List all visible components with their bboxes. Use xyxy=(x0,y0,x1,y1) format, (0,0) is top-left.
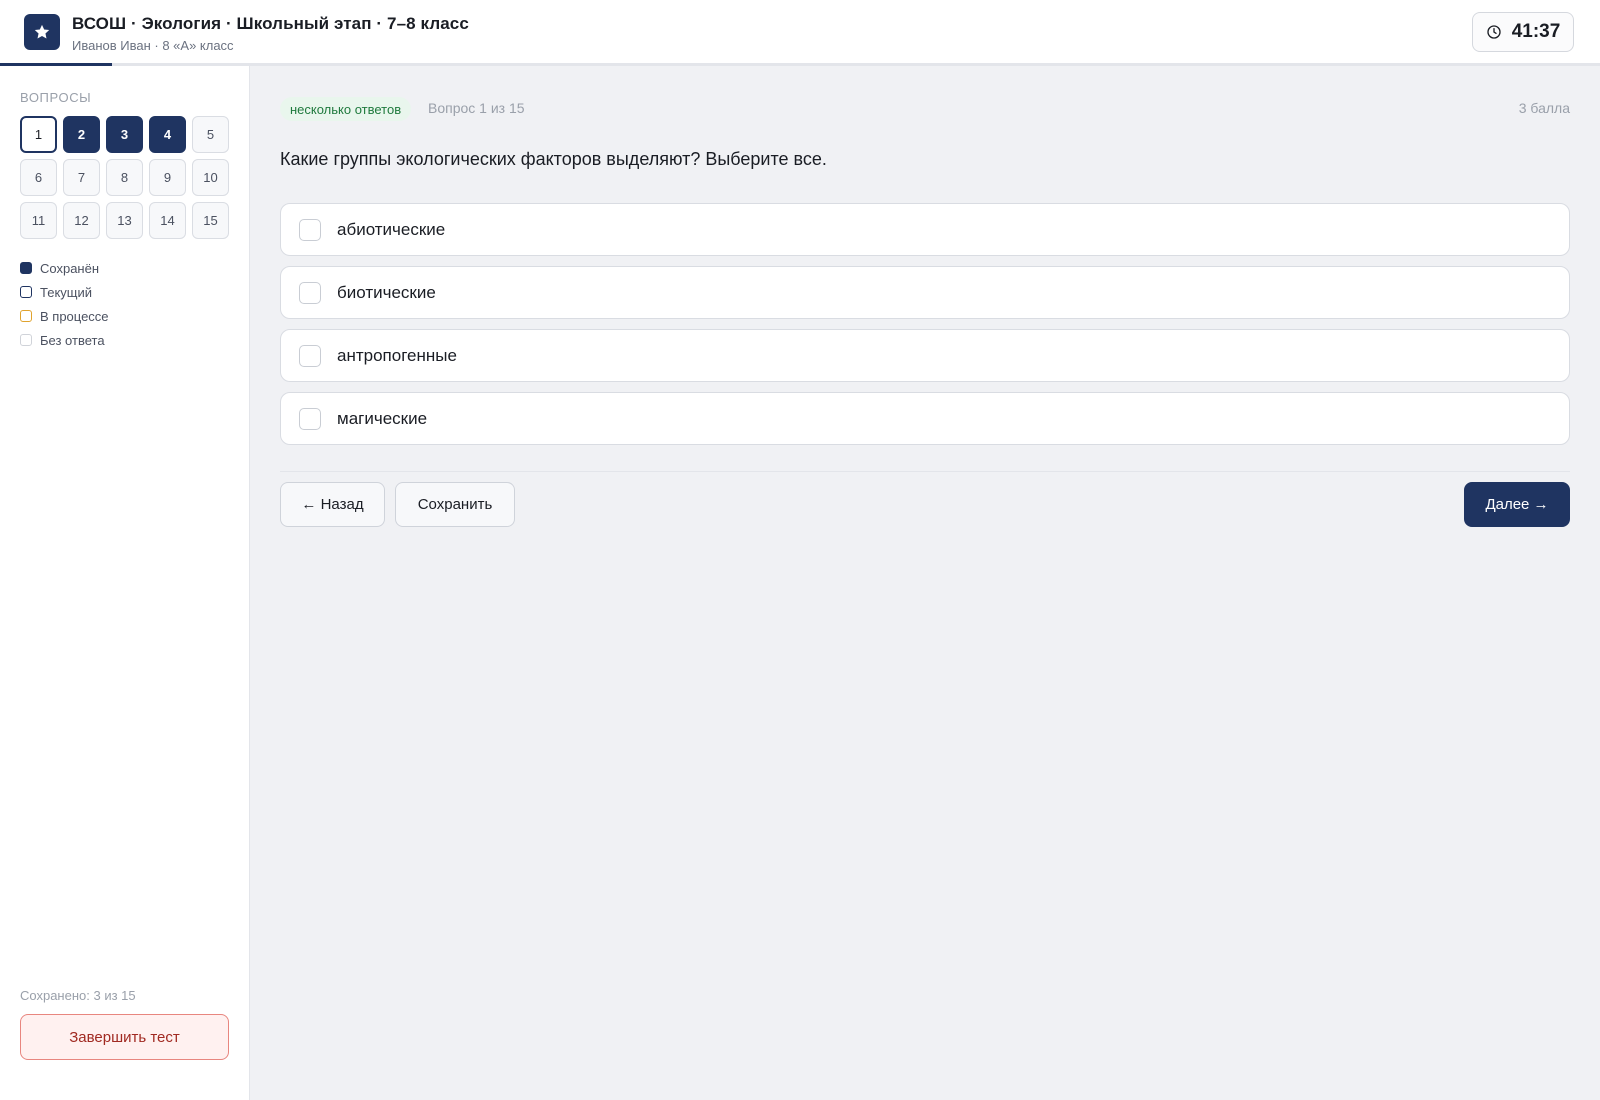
question-number: Вопрос 1 из 15 xyxy=(428,100,525,116)
question-button-12[interactable]: 12 xyxy=(63,202,100,239)
question-type-badge: несколько ответов xyxy=(280,97,412,121)
answer-checkbox[interactable] xyxy=(299,218,321,241)
answer-option[interactable]: биотические xyxy=(280,266,1570,319)
question-button-6[interactable]: 6 xyxy=(20,159,57,196)
legend-item-empty: Без ответа xyxy=(20,328,109,352)
saved-count: Сохранено: 3 из 15 xyxy=(20,988,136,1003)
legend-swatch-current xyxy=(20,286,32,298)
question-button-5[interactable]: 5 xyxy=(192,116,229,153)
legend-swatch-saved xyxy=(20,262,32,274)
question-button-7[interactable]: 7 xyxy=(63,159,100,196)
finish-test-button[interactable]: Завершить тест xyxy=(20,1014,229,1060)
answer-checkbox[interactable] xyxy=(299,281,321,304)
answer-checkbox[interactable] xyxy=(299,407,321,430)
legend-item-saved: Сохранён xyxy=(20,256,109,280)
question-button-10[interactable]: 10 xyxy=(192,159,229,196)
star-icon xyxy=(34,24,50,39)
back-button[interactable]: ← Назад xyxy=(280,482,385,527)
divider xyxy=(280,471,1570,472)
top-bar: ВСОШ · Экология · Школьный этап · 7–8 кл… xyxy=(0,0,1600,66)
timer: 41:37 xyxy=(1472,12,1574,52)
question-button-11[interactable]: 11 xyxy=(20,202,57,239)
answer-option[interactable]: магические xyxy=(280,392,1570,445)
test-title: ВСОШ · Экология · Школьный этап · 7–8 кл… xyxy=(72,14,469,33)
save-button[interactable]: Сохранить xyxy=(395,482,515,527)
question-button-13[interactable]: 13 xyxy=(106,202,143,239)
legend-label: Без ответа xyxy=(40,332,105,348)
question-button-2[interactable]: 2 xyxy=(63,116,100,153)
sidebar: ВОПРОСЫ 1 2 3 4 5 6 7 8 9 10 11 12 13 14 15 Сохранён Те… xyxy=(0,66,250,1100)
legend-label: В процессе xyxy=(40,308,109,324)
status-legend: Сохранён Текущий В процессе Без ответа xyxy=(20,256,109,352)
answer-label: биотические xyxy=(337,282,436,302)
question-text: Какие группы экологических факторов выде… xyxy=(280,149,827,169)
answer-label: магические xyxy=(337,408,428,428)
question-button-15[interactable]: 15 xyxy=(192,202,229,239)
questions-heading: ВОПРОСЫ xyxy=(20,90,92,105)
logo xyxy=(24,14,60,50)
timer-value: 41:37 xyxy=(1511,21,1561,42)
question-button-14[interactable]: 14 xyxy=(149,202,186,239)
answer-option[interactable]: абиотические xyxy=(280,203,1570,256)
answer-option[interactable]: антропогенные xyxy=(280,329,1570,382)
answer-options: абиотические биотические антропогенные маги… xyxy=(280,203,1570,455)
question-button-3[interactable]: 3 xyxy=(106,116,143,153)
legend-item-current: Текущий xyxy=(20,280,109,304)
legend-swatch-empty xyxy=(20,334,32,346)
legend-item-progress: В процессе xyxy=(20,304,109,328)
legend-swatch-progress xyxy=(20,310,32,322)
question-meta: несколько ответов Вопрос 1 из 15 3 балла xyxy=(280,97,1570,121)
question-button-9[interactable]: 9 xyxy=(149,159,186,196)
question-grid: 1 2 3 4 5 6 7 8 9 10 11 12 13 14 15 xyxy=(20,116,229,239)
student-info: Иванов Иван · 8 «А» класс xyxy=(72,38,234,53)
next-button[interactable]: Далее → xyxy=(1464,482,1570,527)
answer-checkbox[interactable] xyxy=(299,344,321,367)
question-button-1[interactable]: 1 xyxy=(20,116,57,153)
navigation-buttons: ← Назад Сохранить Далее → xyxy=(280,482,1570,528)
legend-label: Текущий xyxy=(40,284,92,300)
question-points: 3 балла xyxy=(1518,100,1570,116)
question-button-8[interactable]: 8 xyxy=(106,159,143,196)
legend-label: Сохранён xyxy=(40,260,100,276)
answer-label: антропогенные xyxy=(337,345,457,365)
question-button-4[interactable]: 4 xyxy=(149,116,186,153)
clock-icon xyxy=(1487,25,1501,39)
answer-label: абиотические xyxy=(337,219,446,239)
